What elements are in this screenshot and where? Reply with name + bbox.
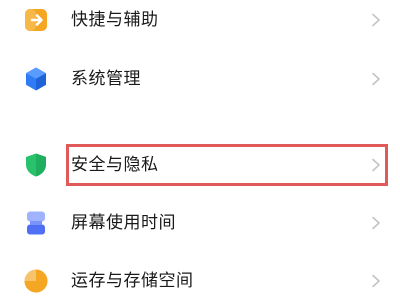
chevron-right-icon (369, 72, 383, 86)
hourglass-icon (22, 209, 50, 237)
settings-item-screen-time[interactable]: 屏幕使用时间 (0, 195, 400, 251)
settings-item-label: 屏幕使用时间 (71, 213, 176, 233)
settings-item-label: 安全与隐私 (71, 155, 159, 175)
settings-item-shortcuts[interactable]: 快捷与辅助 (0, 0, 400, 48)
settings-item-label: 快捷与辅助 (71, 10, 159, 30)
settings-item-label: 运存与存储空间 (71, 271, 194, 291)
chevron-right-icon (369, 274, 383, 288)
system-cube-icon (22, 65, 50, 93)
settings-item-security[interactable]: 安全与隐私 (0, 137, 400, 193)
chevron-right-icon (369, 216, 383, 230)
chevron-right-icon (369, 158, 383, 172)
settings-item-label: 系统管理 (71, 69, 141, 89)
chevron-right-icon (369, 13, 383, 27)
shield-icon (22, 151, 50, 179)
settings-item-system[interactable]: 系统管理 (0, 51, 400, 107)
shortcut-arrow-icon (22, 6, 50, 34)
settings-item-storage[interactable]: 运存与存储空间 (0, 253, 400, 300)
pie-storage-icon (22, 267, 50, 295)
